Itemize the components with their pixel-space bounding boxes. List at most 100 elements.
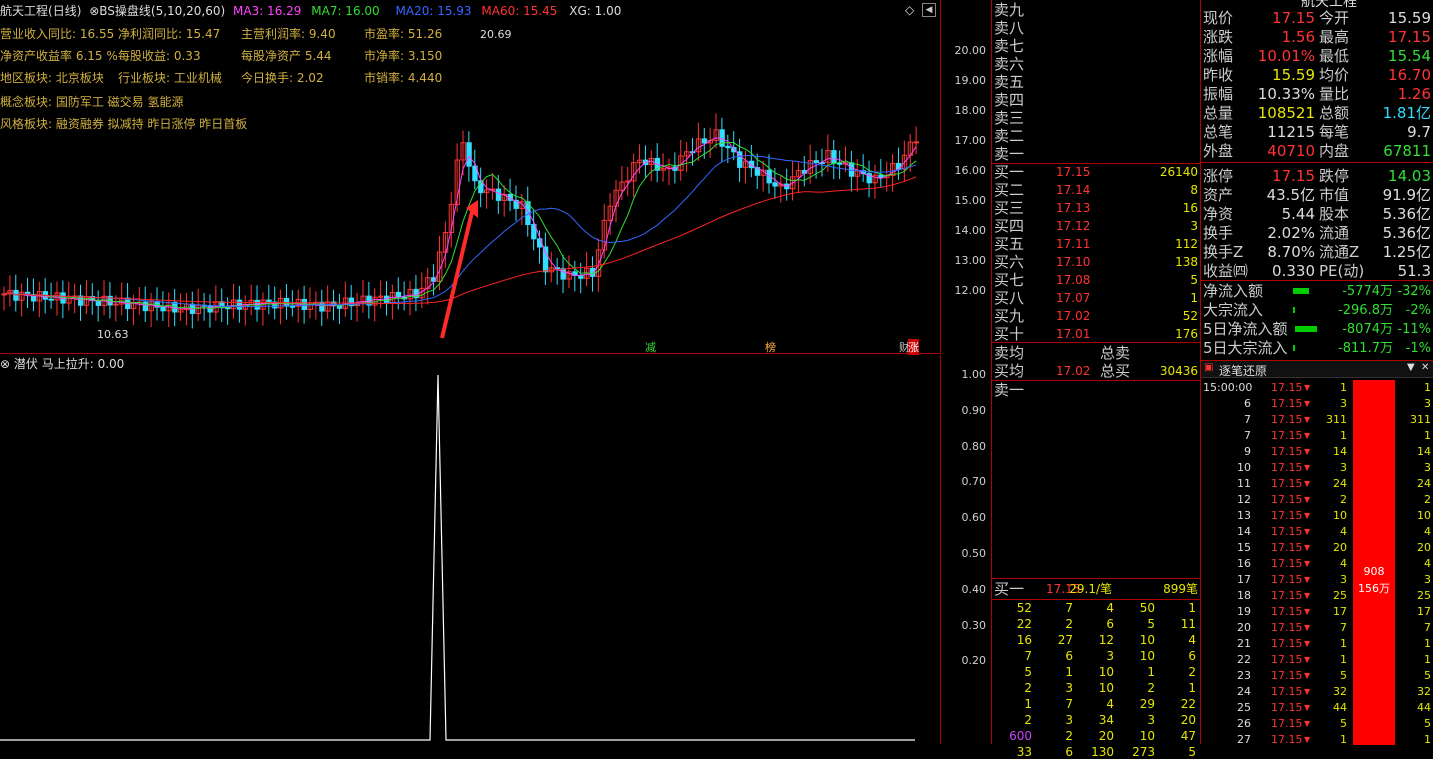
indicator-axis: 1.00 0.90 0.80 0.70 0.60 0.50 0.40 0.30 0.20	[940, 355, 990, 744]
fund-item: 净资产收益率 6.15 %	[0, 49, 118, 63]
tick-row[interactable]: 16 17.15 ▼ 4 4	[1201, 556, 1433, 572]
tick-price: 17.15	[1271, 525, 1303, 538]
tick-volume-right: 2	[1424, 493, 1431, 506]
tick-row[interactable]: 23 17.15 ▼ 5 5	[1201, 668, 1433, 684]
buy-level-price: 17.02	[1056, 309, 1091, 323]
xg-label: XG: 1.00	[569, 4, 622, 18]
buy-level-row[interactable]: 买六 17.10 138	[992, 253, 1200, 272]
event-tag[interactable]: 涨	[908, 339, 919, 355]
quote-row: 换手 2.02% 流通 5.36亿	[1201, 224, 1433, 243]
queue-order: 4	[1106, 601, 1114, 615]
buy-level-price: 17.08	[1056, 273, 1091, 287]
tick-time: 23	[1237, 669, 1251, 682]
flow-bar	[1293, 307, 1295, 313]
tick-row[interactable]: 15 17.15 ▼ 20 20	[1201, 540, 1433, 556]
queue-order: 7	[1024, 649, 1032, 663]
tick-row[interactable]: 12 17.15 ▼ 2 2	[1201, 492, 1433, 508]
event-tag[interactable]: 减	[645, 339, 656, 355]
tick-volume: 24	[1333, 477, 1347, 490]
sell-level-row[interactable]: 卖五	[992, 73, 1200, 92]
sell-level-row[interactable]: 卖一	[992, 145, 1200, 164]
tick-row[interactable]: 7 17.15 ▼ 311 311	[1201, 412, 1433, 428]
queue-order: 3	[1065, 713, 1073, 727]
tick-row[interactable]: 13 17.15 ▼ 10 10	[1201, 508, 1433, 524]
buy-level-row[interactable]: 买二 17.14 8	[992, 181, 1200, 200]
tick-title: 逐笔还原	[1219, 364, 1268, 378]
sell-level-row[interactable]: 卖九	[992, 1, 1200, 20]
tick-row[interactable]: 9 17.15 ▼ 14 14	[1201, 444, 1433, 460]
candle-body	[495, 188, 502, 201]
sell-level-row[interactable]: 卖四	[992, 91, 1200, 110]
quote-row: 收益㈣ 0.330 PE(动) 51.3	[1201, 262, 1433, 281]
tick-time: 15	[1237, 541, 1251, 554]
tick-row[interactable]: 7 17.15 ▼ 1 1	[1201, 428, 1433, 444]
down-arrow-icon: ▼	[1304, 671, 1311, 680]
tick-volume: 44	[1333, 701, 1347, 714]
tick-price: 17.15	[1271, 717, 1303, 730]
close-icon[interactable]: ✕	[1421, 362, 1429, 373]
quote-value: 1.26	[1397, 85, 1431, 103]
gear-icon[interactable]: ⊗	[89, 4, 99, 18]
total-buy-label: 总买	[1100, 362, 1131, 380]
indicator-canvas	[0, 374, 915, 741]
tick-price: 17.15	[1271, 541, 1303, 554]
quote-label: 收益㈣	[1203, 262, 1249, 280]
kline-chart[interactable]: 航天工程(日线) ⊗BS操盘线(5,10,20,60) MA3: 16.29 M…	[0, 0, 940, 355]
quote-row: 涨停 17.15 跌停 14.03	[1201, 167, 1433, 186]
tick-volume-right: 5	[1424, 669, 1431, 682]
tick-row[interactable]: 15:00:00 17.15 ▼ 1 1	[1201, 380, 1433, 396]
indicator-tick: 0.30	[961, 618, 987, 632]
buy-level-row[interactable]: 买九 17.02 52	[992, 307, 1200, 326]
collapse-button[interactable]: ◀	[922, 3, 936, 17]
tick-row[interactable]: 14 17.15 ▼ 4 4	[1201, 524, 1433, 540]
tick-panel[interactable]: ▣ 逐笔还原 ▼ ✕ 908 156万 15:00:00 17.15 ▼ 1 1 6 17.…	[1201, 360, 1433, 746]
queue-order: 20	[1180, 713, 1196, 727]
sell-level-label: 卖八	[994, 19, 1025, 37]
buy-level-price: 17.10	[1056, 255, 1091, 269]
trend-arrow	[440, 211, 474, 339]
event-tag[interactable]: 榜	[765, 339, 776, 355]
tick-row[interactable]: 19 17.15 ▼ 17 17	[1201, 604, 1433, 620]
tick-row[interactable]: 27 17.15 ▼ 1 1	[1201, 732, 1433, 748]
indicator-chart[interactable]: ⊗ 潜伏 马上拉升: 0.00	[0, 355, 940, 744]
tick-row[interactable]: 17 17.15 ▼ 3 3	[1201, 572, 1433, 588]
buy-level-row[interactable]: 买五 17.11 112	[992, 235, 1200, 254]
flow-label: 5日大宗流入	[1203, 339, 1288, 357]
fund-flow-row: 5日净流入额 -8074万 -11%	[1201, 320, 1433, 339]
tick-row[interactable]: 26 17.15 ▼ 5 5	[1201, 716, 1433, 732]
tick-row[interactable]: 6 17.15 ▼ 3 3	[1201, 396, 1433, 412]
tick-row[interactable]: 10 17.15 ▼ 3 3	[1201, 460, 1433, 476]
buy-level-price: 17.15	[1056, 165, 1091, 179]
tick-volume-right: 20	[1417, 541, 1431, 554]
sell-level-row[interactable]: 卖三	[992, 109, 1200, 128]
tick-row[interactable]: 18 17.15 ▼ 25 25	[1201, 588, 1433, 604]
tick-time: 17	[1237, 573, 1251, 586]
buy-level-row[interactable]: 买四 17.12 3	[992, 217, 1200, 236]
buy-level-label: 买八	[994, 289, 1025, 307]
tick-row[interactable]: 25 17.15 ▼ 44 44	[1201, 700, 1433, 716]
buy-level-row[interactable]: 买八 17.07 1	[992, 289, 1200, 308]
tick-row[interactable]: 21 17.15 ▼ 1 1	[1201, 636, 1433, 652]
sell-level-row[interactable]: 卖七	[992, 37, 1200, 56]
buy-level-volume: 138	[1175, 255, 1198, 269]
sell-level-row[interactable]: 卖八	[992, 19, 1200, 38]
queue-order: 130	[1091, 745, 1114, 759]
queue-order: 11	[1180, 617, 1196, 631]
buy-level-row[interactable]: 买三 17.13 16	[992, 199, 1200, 218]
gear-icon[interactable]: ⊗	[0, 357, 10, 371]
diamond-icon[interactable]: ◇	[905, 3, 914, 17]
tick-row[interactable]: 24 17.15 ▼ 32 32	[1201, 684, 1433, 700]
chart-pane[interactable]: 航天工程(日线) ⊗BS操盘线(5,10,20,60) MA3: 16.29 M…	[0, 0, 940, 744]
tick-row[interactable]: 22 17.15 ▼ 1 1	[1201, 652, 1433, 668]
quote-label: 总量	[1203, 104, 1234, 122]
buy-level-row[interactable]: 买七 17.08 5	[992, 271, 1200, 290]
filter-icon[interactable]: ▼	[1407, 362, 1415, 373]
tick-volume-right: 14	[1417, 445, 1431, 458]
sell-level-row[interactable]: 卖六	[992, 55, 1200, 74]
tick-row[interactable]: 11 17.15 ▼ 24 24	[1201, 476, 1433, 492]
collapse-icon[interactable]: ▣	[1204, 362, 1213, 373]
tick-row[interactable]: 20 17.15 ▼ 7 7	[1201, 620, 1433, 636]
buy-level-row[interactable]: 买一 17.15 26140	[992, 163, 1200, 182]
total-buy-volume: 30436	[1159, 364, 1198, 378]
sell-level-row[interactable]: 卖二	[992, 127, 1200, 146]
